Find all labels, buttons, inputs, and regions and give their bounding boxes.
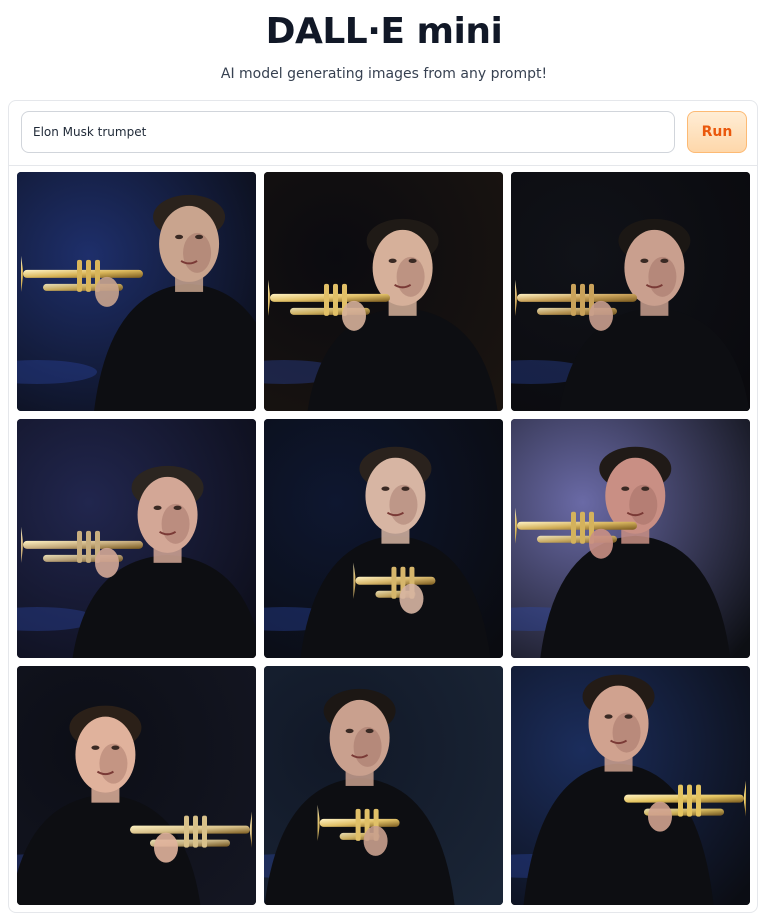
generated-image-graphic <box>511 172 750 411</box>
generated-image-graphic <box>511 666 750 905</box>
generated-image-5[interactable] <box>264 419 503 658</box>
generator-panel: Run <box>8 100 758 913</box>
generated-image-graphic <box>17 172 256 411</box>
generated-image-8[interactable] <box>264 666 503 905</box>
generated-image-1[interactable] <box>17 172 256 411</box>
generated-image-graphic <box>17 666 256 905</box>
generated-image-graphic <box>264 172 503 411</box>
image-gallery <box>17 172 751 906</box>
generated-image-graphic <box>17 419 256 658</box>
prompt-input[interactable] <box>21 111 675 153</box>
prompt-row: Run <box>9 101 757 166</box>
generated-image-graphic <box>511 419 750 658</box>
generated-image-3[interactable] <box>511 172 750 411</box>
generated-image-7[interactable] <box>17 666 256 905</box>
page-subtitle: AI model generating images from any prom… <box>220 66 548 82</box>
generated-image-9[interactable] <box>511 666 750 905</box>
generated-image-4[interactable] <box>17 419 256 658</box>
generated-image-6[interactable] <box>511 419 750 658</box>
page: DALL·E mini AI model generating images f… <box>0 0 768 924</box>
generated-image-graphic <box>264 666 503 905</box>
generated-image-graphic <box>264 419 503 658</box>
page-title: DALL·E mini <box>265 11 503 52</box>
run-button[interactable]: Run <box>687 111 747 153</box>
generated-image-2[interactable] <box>264 172 503 411</box>
